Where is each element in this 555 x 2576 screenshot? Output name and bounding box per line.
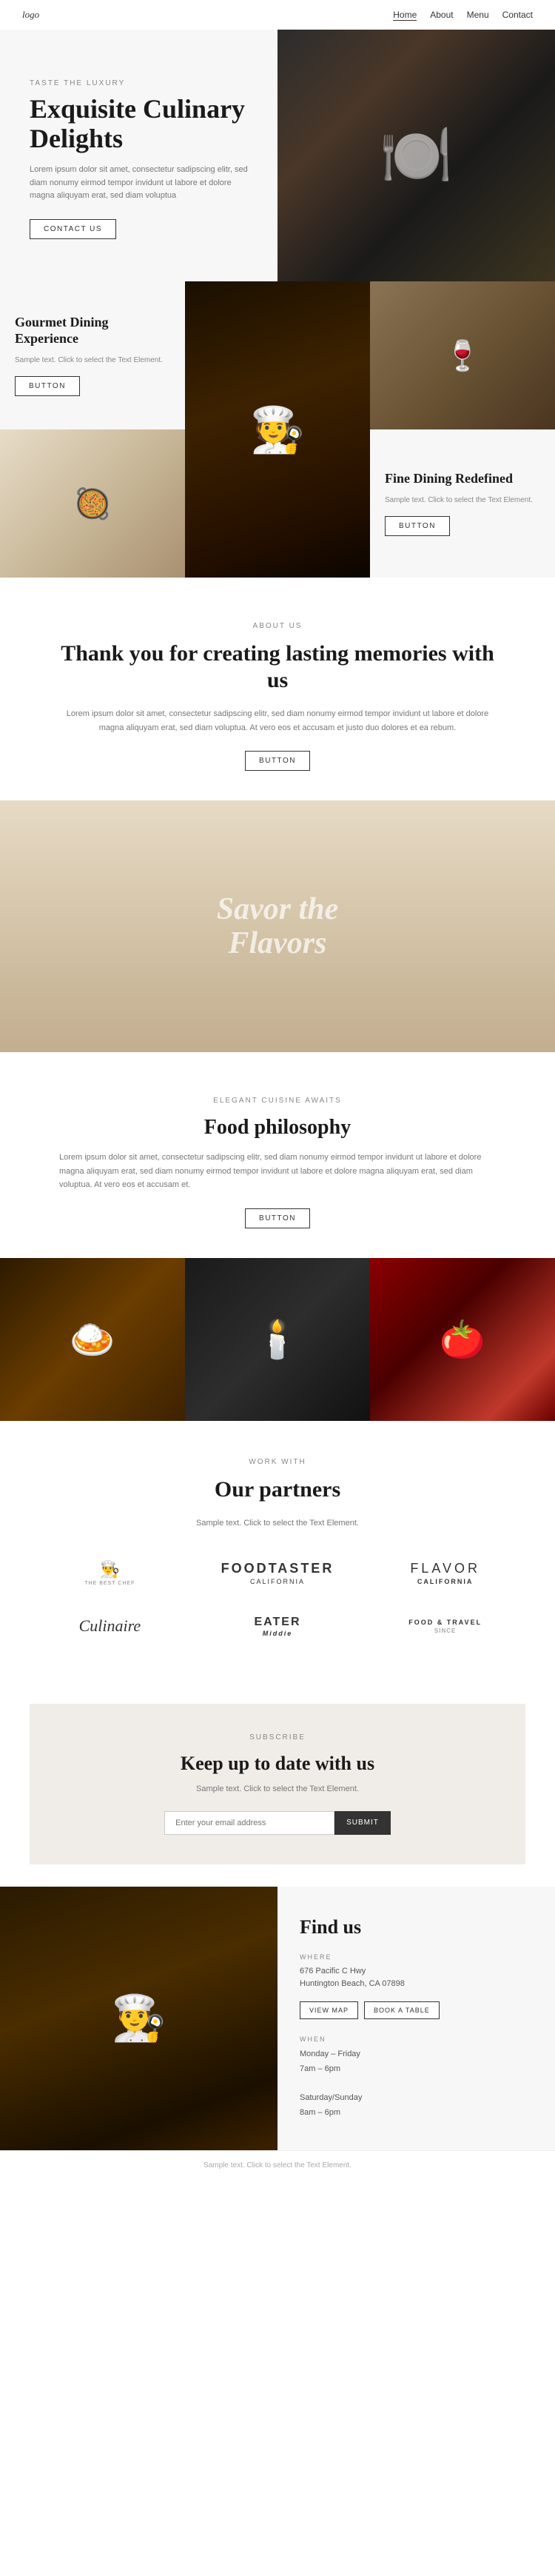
partner-food-travel: FOOD & TRAVEL SINCE [365, 1611, 525, 1642]
chef-photo: 🧑‍🍳 [185, 281, 370, 578]
footer: Sample text. Click to select the Text El… [0, 2150, 555, 2180]
hero-food-image [278, 30, 555, 281]
partners-description: Sample text. Click to select the Text El… [30, 1516, 525, 1530]
nav-links: Home About Menu Contact [393, 10, 533, 21]
nav-about[interactable]: About [430, 10, 453, 21]
about-button[interactable]: Button [245, 751, 310, 771]
partners-label: Work With [30, 1458, 525, 1466]
philosophy-section: Elegant Cuisine Awaits Food philosophy L… [0, 1052, 555, 1258]
about-label: About Us [59, 622, 496, 630]
partner-chef-logo: 👨‍🍳 The Best Chef [84, 1560, 135, 1586]
find-us-when-label: When [300, 2035, 533, 2043]
gallery-cell-1: Gourmet Dining Experience Sample text. C… [0, 281, 185, 429]
email-input[interactable] [164, 1811, 334, 1835]
eater-logo: EATER Middie [254, 1616, 300, 1637]
hero-description: Lorem ipsum dolor sit amet, consectetur … [30, 164, 255, 203]
about-description: Lorem ipsum dolor sit amet, consectetur … [59, 707, 496, 735]
view-map-button[interactable]: View Map [300, 2001, 358, 2019]
hours-weekday-time: 7am – 6pm [300, 2062, 533, 2077]
partner-eater: EATER Middie [198, 1608, 358, 1645]
navigation: logo Home About Menu Contact [0, 0, 555, 30]
restaurant-photo: 🍷 [370, 281, 555, 429]
find-us-where-label: Where [300, 1953, 533, 1961]
subscribe-title: Keep up to date with us [74, 1752, 481, 1775]
about-title: Thank you for creating lasting memories … [59, 640, 496, 694]
hours-weekday: Monday – Friday [300, 2047, 533, 2062]
hero-title: Exquisite Culinary Delights [30, 95, 255, 153]
gallery-cell-1-button[interactable]: Button [15, 376, 80, 396]
find-us-buttons: View Map Book a Table [300, 2001, 533, 2019]
food-gallery-row: 🍛 🕯️ 🍅 [0, 1258, 555, 1421]
gallery-cell-1-desc: Sample text. Click to select the Text El… [15, 355, 170, 366]
philosophy-title: Food philosophy [59, 1115, 496, 1140]
blurred-hero: Savor theFlavors [0, 800, 555, 1052]
subscribe-button[interactable]: Submit [334, 1811, 391, 1835]
gallery-grid: Gourmet Dining Experience Sample text. C… [0, 281, 555, 578]
hours-weekend-time: 8am – 6pm [300, 2106, 533, 2121]
footer-text: Sample text. Click to select the Text El… [22, 2161, 533, 2169]
partners-grid: 👨‍🍳 The Best Chef FOODTASTER CALIFORNIA … [30, 1553, 525, 1645]
find-us-image: 👨‍🍳 [0, 1887, 278, 2150]
hero-text: Taste the Luxury Exquisite Culinary Deli… [0, 30, 278, 281]
gallery-cell-2-title: Fine Dining Redefined [385, 471, 540, 487]
subscribe-description: Sample text. Click to select the Text El… [74, 1782, 481, 1796]
hero-image [278, 30, 555, 281]
find-us-address: 676 Pacific C HwyHuntington Beach, CA 07… [300, 1965, 533, 1991]
partner-flavor: FLAVOR CALIFORNIA [365, 1553, 525, 1593]
philosophy-label: Elegant Cuisine Awaits [59, 1097, 496, 1105]
overlay-text-container: Savor theFlavors [217, 892, 339, 960]
food-travel-logo: FOOD & TRAVEL SINCE [408, 1619, 482, 1634]
hero-section: Taste the Luxury Exquisite Culinary Deli… [0, 30, 555, 281]
partner-chef-name: The Best Chef [84, 1581, 135, 1586]
food-gallery-2: 🕯️ [185, 1258, 370, 1421]
find-us-hours: Monday – Friday 7am – 6pm Saturday/Sunda… [300, 2047, 533, 2121]
nav-contact[interactable]: Contact [502, 10, 533, 21]
book-table-button[interactable]: Book a Table [364, 2001, 440, 2019]
nav-home[interactable]: Home [393, 10, 417, 21]
partners-title: Our partners [30, 1476, 525, 1503]
food-photo: 🥘 [0, 429, 185, 578]
flavor-logo: FLAVOR CALIFORNIA [410, 1561, 480, 1585]
subscribe-section: Subscribe Keep up to date with us Sample… [30, 1704, 525, 1864]
hero-subtitle: Taste the Luxury [30, 79, 255, 87]
partner-culinaire: Culinaire [30, 1609, 190, 1643]
find-us-section: 👨‍🍳 Find us Where 676 Pacific C HwyHunti… [0, 1887, 555, 2150]
gallery-cell-1-title: Gourmet Dining Experience [15, 315, 170, 347]
find-us-content: Find us Where 676 Pacific C HwyHuntingto… [278, 1887, 555, 2150]
chef-hat-icon: 👨‍🍳 [100, 1560, 120, 1579]
culinaire-logo: Culinaire [79, 1616, 141, 1636]
gallery-cell-2-desc: Sample text. Click to select the Text El… [385, 495, 540, 506]
partners-section: Work With Our partners Sample text. Clic… [0, 1421, 555, 1682]
overlay-title: Savor theFlavors [217, 892, 339, 960]
philosophy-description: Lorem ipsum dolor sit amet, consectetur … [59, 1151, 496, 1192]
gallery-cell-2-button[interactable]: Button [385, 516, 450, 536]
hours-weekend: Saturday/Sunday [300, 2091, 533, 2106]
subscribe-form: Submit [74, 1811, 481, 1835]
foodtaster-logo: FOODTASTER CALIFORNIA [221, 1561, 334, 1585]
philosophy-button[interactable]: Button [245, 1208, 310, 1228]
hero-cta-button[interactable]: Contact Us [30, 219, 116, 239]
food-gallery-3: 🍅 [370, 1258, 555, 1421]
partner-chef: 👨‍🍳 The Best Chef [30, 1553, 190, 1593]
about-section: About Us Thank you for creating lasting … [0, 578, 555, 800]
subscribe-label: Subscribe [74, 1733, 481, 1742]
food-gallery-1: 🍛 [0, 1258, 185, 1421]
find-us-title: Find us [300, 1916, 533, 1938]
gallery-cell-2: Fine Dining Redefined Sample text. Click… [370, 429, 555, 578]
nav-menu[interactable]: Menu [467, 10, 489, 21]
partner-foodtaster: FOODTASTER CALIFORNIA [198, 1553, 358, 1593]
logo: logo [22, 9, 39, 21]
